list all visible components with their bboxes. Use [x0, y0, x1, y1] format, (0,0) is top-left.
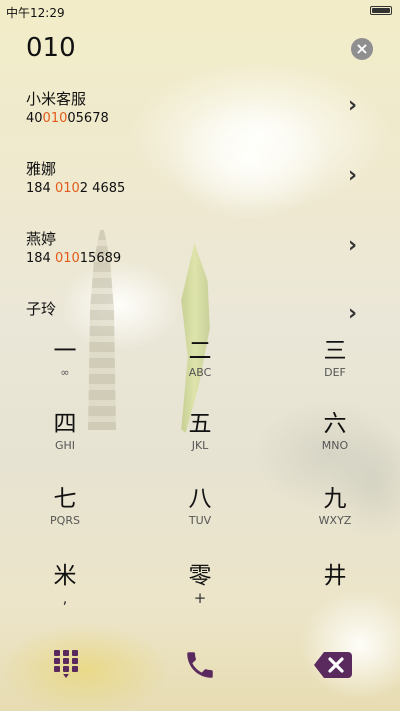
key-4[interactable]: 四 GHI	[10, 409, 120, 481]
status-bar: 中午12:29	[0, 0, 400, 24]
contact-number: 184 01015689	[26, 251, 122, 266]
key-6[interactable]: 六 MNO	[280, 409, 390, 481]
contact-number: 4001005678	[26, 111, 109, 126]
contact-row[interactable]: 雅娜 184 0102 4685 ›	[0, 155, 400, 215]
voicemail-icon: ∞	[60, 366, 70, 379]
contact-name: 小米客服	[26, 90, 87, 108]
bottom-action-bar	[0, 640, 400, 692]
chevron-right-icon[interactable]: ›	[348, 93, 357, 118]
dialed-number: 010	[26, 33, 76, 63]
phone-icon[interactable]	[183, 648, 217, 682]
key-9[interactable]: 九 WXYZ	[280, 484, 390, 556]
chevron-right-icon[interactable]: ›	[348, 301, 357, 325]
key-0[interactable]: 零 +	[145, 561, 255, 633]
chevron-right-icon[interactable]: ›	[348, 233, 357, 258]
contact-name: 燕婷	[26, 230, 57, 248]
contact-number: 184 0102 4685	[26, 181, 126, 196]
battery-icon	[370, 6, 392, 15]
clear-input-button[interactable]: ×	[351, 38, 373, 60]
contact-name: 子玲	[26, 300, 57, 318]
key-2[interactable]: 二 ABC	[145, 336, 255, 408]
key-8[interactable]: 八 TUV	[145, 484, 255, 556]
status-time: 中午12:29	[6, 6, 65, 20]
backspace-icon[interactable]	[314, 652, 352, 678]
key-hash[interactable]: 井	[280, 561, 390, 633]
key-7[interactable]: 七 PQRS	[10, 484, 120, 556]
key-1[interactable]: 一 ∞	[10, 336, 120, 408]
contact-name: 雅娜	[26, 160, 57, 178]
contact-row[interactable]: 燕婷 184 01015689 ›	[0, 225, 400, 285]
key-3[interactable]: 三 DEF	[280, 336, 390, 408]
dialpad-icon[interactable]	[54, 650, 80, 678]
key-star[interactable]: 米,	[10, 561, 120, 633]
chevron-right-icon[interactable]: ›	[348, 163, 357, 188]
contact-row[interactable]: 子玲 ›	[0, 295, 400, 325]
contact-row[interactable]: 小米客服 4001005678 ›	[0, 85, 400, 145]
key-5[interactable]: 五 JKL	[145, 409, 255, 481]
